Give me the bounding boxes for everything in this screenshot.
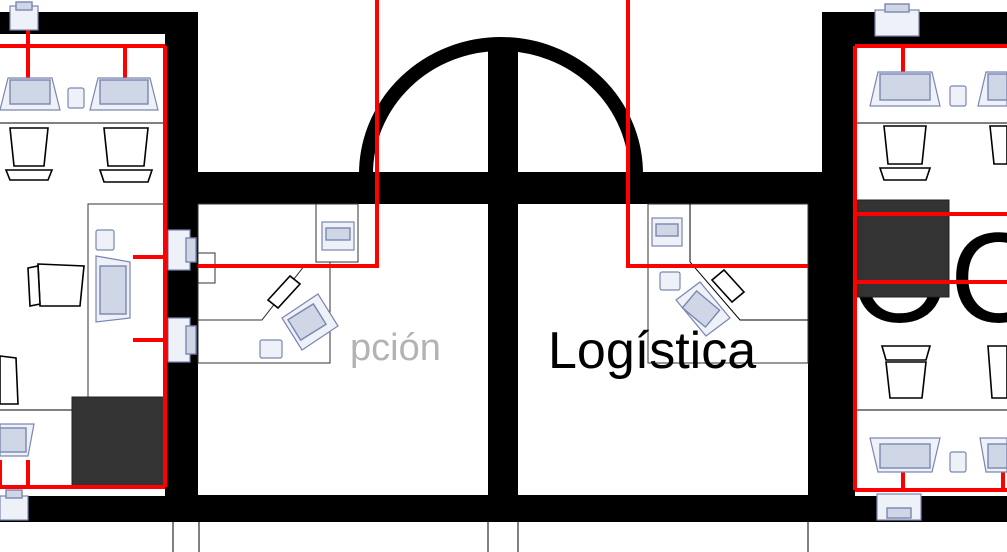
laptop-icon	[869, 437, 941, 473]
chair-icon	[987, 345, 1007, 399]
printer-icon	[876, 493, 922, 521]
room-label-center-right: Logística	[548, 322, 756, 380]
chair-icon	[880, 345, 932, 399]
laptop-icon	[95, 255, 131, 323]
lower-room-lines	[172, 522, 809, 552]
chair-icon	[0, 355, 19, 405]
laptop-icon	[869, 71, 941, 107]
phone-icon	[95, 229, 115, 251]
phone-icon	[259, 339, 283, 359]
room-label-center-left: pción	[350, 327, 441, 369]
printer-icon	[9, 1, 39, 31]
chair-icon	[4, 127, 54, 181]
laptop-icon	[0, 423, 35, 457]
phone-icon	[949, 85, 967, 107]
printer-icon	[874, 3, 920, 37]
cabinet-icon	[71, 396, 165, 488]
phone-icon	[659, 271, 681, 291]
chair-icon	[27, 263, 85, 307]
chair-icon	[98, 127, 154, 183]
phone-icon	[67, 87, 85, 109]
chair-icon	[878, 125, 932, 181]
printer-icon	[651, 217, 683, 247]
laptop-icon	[89, 77, 159, 111]
floor-plan: pción Logística OC	[0, 0, 1007, 552]
laptop-icon	[0, 77, 61, 111]
printer-icon	[321, 221, 355, 251]
phone-icon	[949, 451, 967, 473]
